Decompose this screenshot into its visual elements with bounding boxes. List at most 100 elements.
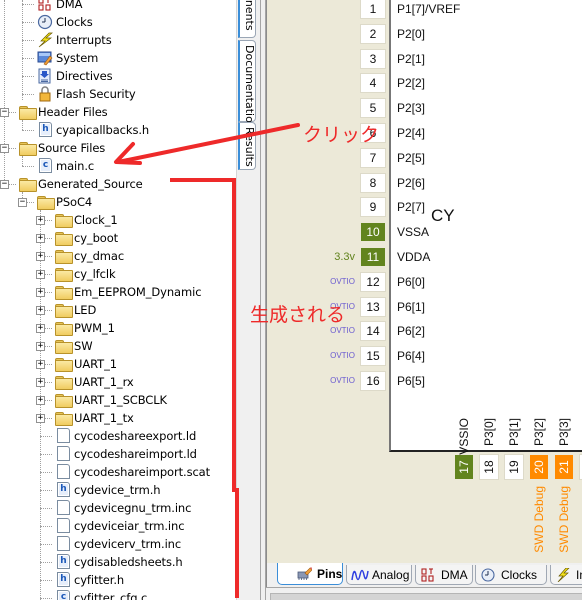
tab-components[interactable]: Components xyxy=(238,0,256,38)
collapse-toggle-icon[interactable]: − xyxy=(0,180,9,189)
tree-item[interactable]: cycodeshareimport.ld xyxy=(55,445,197,463)
collapse-toggle-icon[interactable]: − xyxy=(0,144,9,153)
expand-toggle-icon[interactable]: + xyxy=(36,396,45,405)
pin-number[interactable]: 16 xyxy=(361,372,385,390)
bottom-pin[interactable]: 21 xyxy=(555,455,573,479)
tree-item[interactable]: UART_1_tx xyxy=(55,409,134,427)
tree-item[interactable]: Header Files xyxy=(19,103,108,121)
tree-item[interactable]: SW xyxy=(55,337,93,355)
tree-item[interactable]: cycodeshareimport.scat xyxy=(55,463,210,481)
tab-clocks[interactable]: Clocks xyxy=(475,565,547,585)
tree-item[interactable]: cydevicegnu_trm.inc xyxy=(55,499,191,517)
tree-item[interactable]: Flash Security xyxy=(37,85,136,103)
tab-dma[interactable]: DMA xyxy=(415,565,473,585)
lightning-icon xyxy=(555,567,571,582)
bottom-pin[interactable]: 19 xyxy=(505,455,523,479)
lightning-icon xyxy=(37,32,53,48)
tree-item[interactable]: cy_dmac xyxy=(55,247,124,265)
tree-item[interactable]: Directives xyxy=(37,67,113,85)
tree-item[interactable]: h cydevice_trm.h xyxy=(55,481,161,499)
tree-item[interactable]: h cydisabledsheets.h xyxy=(55,553,183,571)
pin-number[interactable]: 7 xyxy=(361,148,385,167)
tree-item[interactable]: DMA xyxy=(37,0,82,13)
pin-label: P2[4] xyxy=(397,126,426,140)
pin-number[interactable]: 13 xyxy=(361,297,385,316)
h-file-icon: h xyxy=(55,572,71,588)
pin-number[interactable]: 4 xyxy=(361,74,385,93)
tree-item[interactable]: c main.c xyxy=(37,157,94,175)
bottom-pin[interactable]: 17 xyxy=(455,455,473,479)
pin-canvas[interactable]: CY 1 P1[7]/VREF 2 P2[0] 3 P2[1] 4 P2[2] 5 P2[3] 6 P… xyxy=(266,0,582,563)
tab-results[interactable]: Results xyxy=(238,122,256,170)
expand-toggle-icon[interactable]: + xyxy=(36,360,45,369)
tree-item[interactable]: Clock_1 xyxy=(55,211,118,229)
pin-number-box: 20 xyxy=(530,455,548,479)
tree-item[interactable]: h cyapicallbacks.h xyxy=(37,121,149,139)
tab-interrupts[interactable]: Interrupts xyxy=(550,565,582,585)
tree-item[interactable]: cydeviceiar_trm.inc xyxy=(55,517,185,535)
pin-number[interactable]: 10 xyxy=(361,223,385,242)
tab-analog[interactable]: Analog xyxy=(346,565,412,585)
expand-toggle-icon[interactable]: + xyxy=(36,270,45,279)
tree-item[interactable]: Interrupts xyxy=(37,31,112,49)
folder-icon xyxy=(55,248,73,264)
tab-pins[interactable]: Pins xyxy=(277,563,343,585)
tree-item[interactable]: UART_1 xyxy=(55,355,117,373)
bottom-pin[interactable]: 20 xyxy=(530,455,548,479)
folder-icon xyxy=(37,194,55,210)
collapse-toggle-icon[interactable]: − xyxy=(0,108,9,117)
expand-toggle-icon[interactable]: + xyxy=(36,216,45,225)
expand-toggle-icon[interactable]: + xyxy=(36,234,45,243)
expand-toggle-icon[interactable]: + xyxy=(36,252,45,261)
tree-item[interactable]: Clocks xyxy=(37,13,93,31)
bottom-pin[interactable]: 18 xyxy=(480,455,498,479)
tree-item[interactable]: c cyfitter_cfg.c xyxy=(55,589,147,600)
tree-item[interactable]: cy_boot xyxy=(55,229,118,247)
folder-icon xyxy=(55,374,73,390)
expand-toggle-icon[interactable]: + xyxy=(36,342,45,351)
tree-item[interactable]: LED xyxy=(55,301,96,319)
pin-number[interactable]: 3 xyxy=(361,49,385,68)
expand-toggle-icon[interactable]: + xyxy=(36,288,45,297)
horizontal-scrollbar[interactable] xyxy=(266,587,582,600)
tree-item[interactable]: PSoC4 xyxy=(37,193,92,211)
expand-toggle-icon[interactable]: + xyxy=(36,324,45,333)
folder-icon xyxy=(55,410,73,426)
tree-item[interactable]: h cyfitter.h xyxy=(55,571,124,589)
pin-number[interactable]: 14 xyxy=(361,322,385,341)
pin-number[interactable]: 11 xyxy=(361,248,385,266)
tab-results-label: Results xyxy=(243,127,256,167)
tree-item-label: UART_1 xyxy=(74,357,117,371)
pin-number[interactable]: 5 xyxy=(361,99,385,118)
tree-item-label: Generated_Source xyxy=(38,177,143,191)
tree-item[interactable]: cy_lfclk xyxy=(55,265,116,283)
tree-item[interactable]: Source Files xyxy=(19,139,105,157)
pin-number[interactable]: 2 xyxy=(361,24,385,43)
tree-item[interactable]: Generated_Source xyxy=(19,175,143,193)
pin-number[interactable]: 8 xyxy=(361,173,385,192)
expand-toggle-icon[interactable]: + xyxy=(36,414,45,423)
pin-number[interactable]: 9 xyxy=(361,198,385,217)
tree-item-label: cydisabledsheets.h xyxy=(74,555,183,569)
expand-toggle-icon[interactable]: + xyxy=(36,378,45,387)
pin-number[interactable]: 1 xyxy=(361,0,385,18)
tree-item[interactable]: Em_EEPROM_Dynamic xyxy=(55,283,202,301)
tree-connector xyxy=(22,40,34,41)
pin-number: 19 xyxy=(507,460,521,474)
tree-item[interactable]: System xyxy=(37,49,98,67)
directives-icon xyxy=(37,68,53,84)
tab-documentation[interactable]: Documentation xyxy=(238,40,256,130)
dma-icon xyxy=(37,0,53,12)
tree-item[interactable]: UART_1_SCBCLK xyxy=(55,391,167,409)
tree-item[interactable]: PWM_1 xyxy=(55,319,115,337)
pin-number[interactable]: 12 xyxy=(361,272,385,291)
expand-toggle-icon[interactable]: + xyxy=(36,306,45,315)
file-icon xyxy=(55,536,71,552)
tree-item-label: cyfitter_cfg.c xyxy=(74,591,148,600)
tree-item[interactable]: cycodeshareexport.ld xyxy=(55,427,196,445)
collapse-toggle-icon[interactable]: − xyxy=(18,198,27,207)
tree-item[interactable]: cydevicerv_trm.inc xyxy=(55,535,181,553)
workspace-tree[interactable]: DMA Clocks Interrupts System Directives Flash… xyxy=(0,0,236,600)
tree-item[interactable]: UART_1_rx xyxy=(55,373,134,391)
pin-number[interactable]: 15 xyxy=(361,347,385,366)
